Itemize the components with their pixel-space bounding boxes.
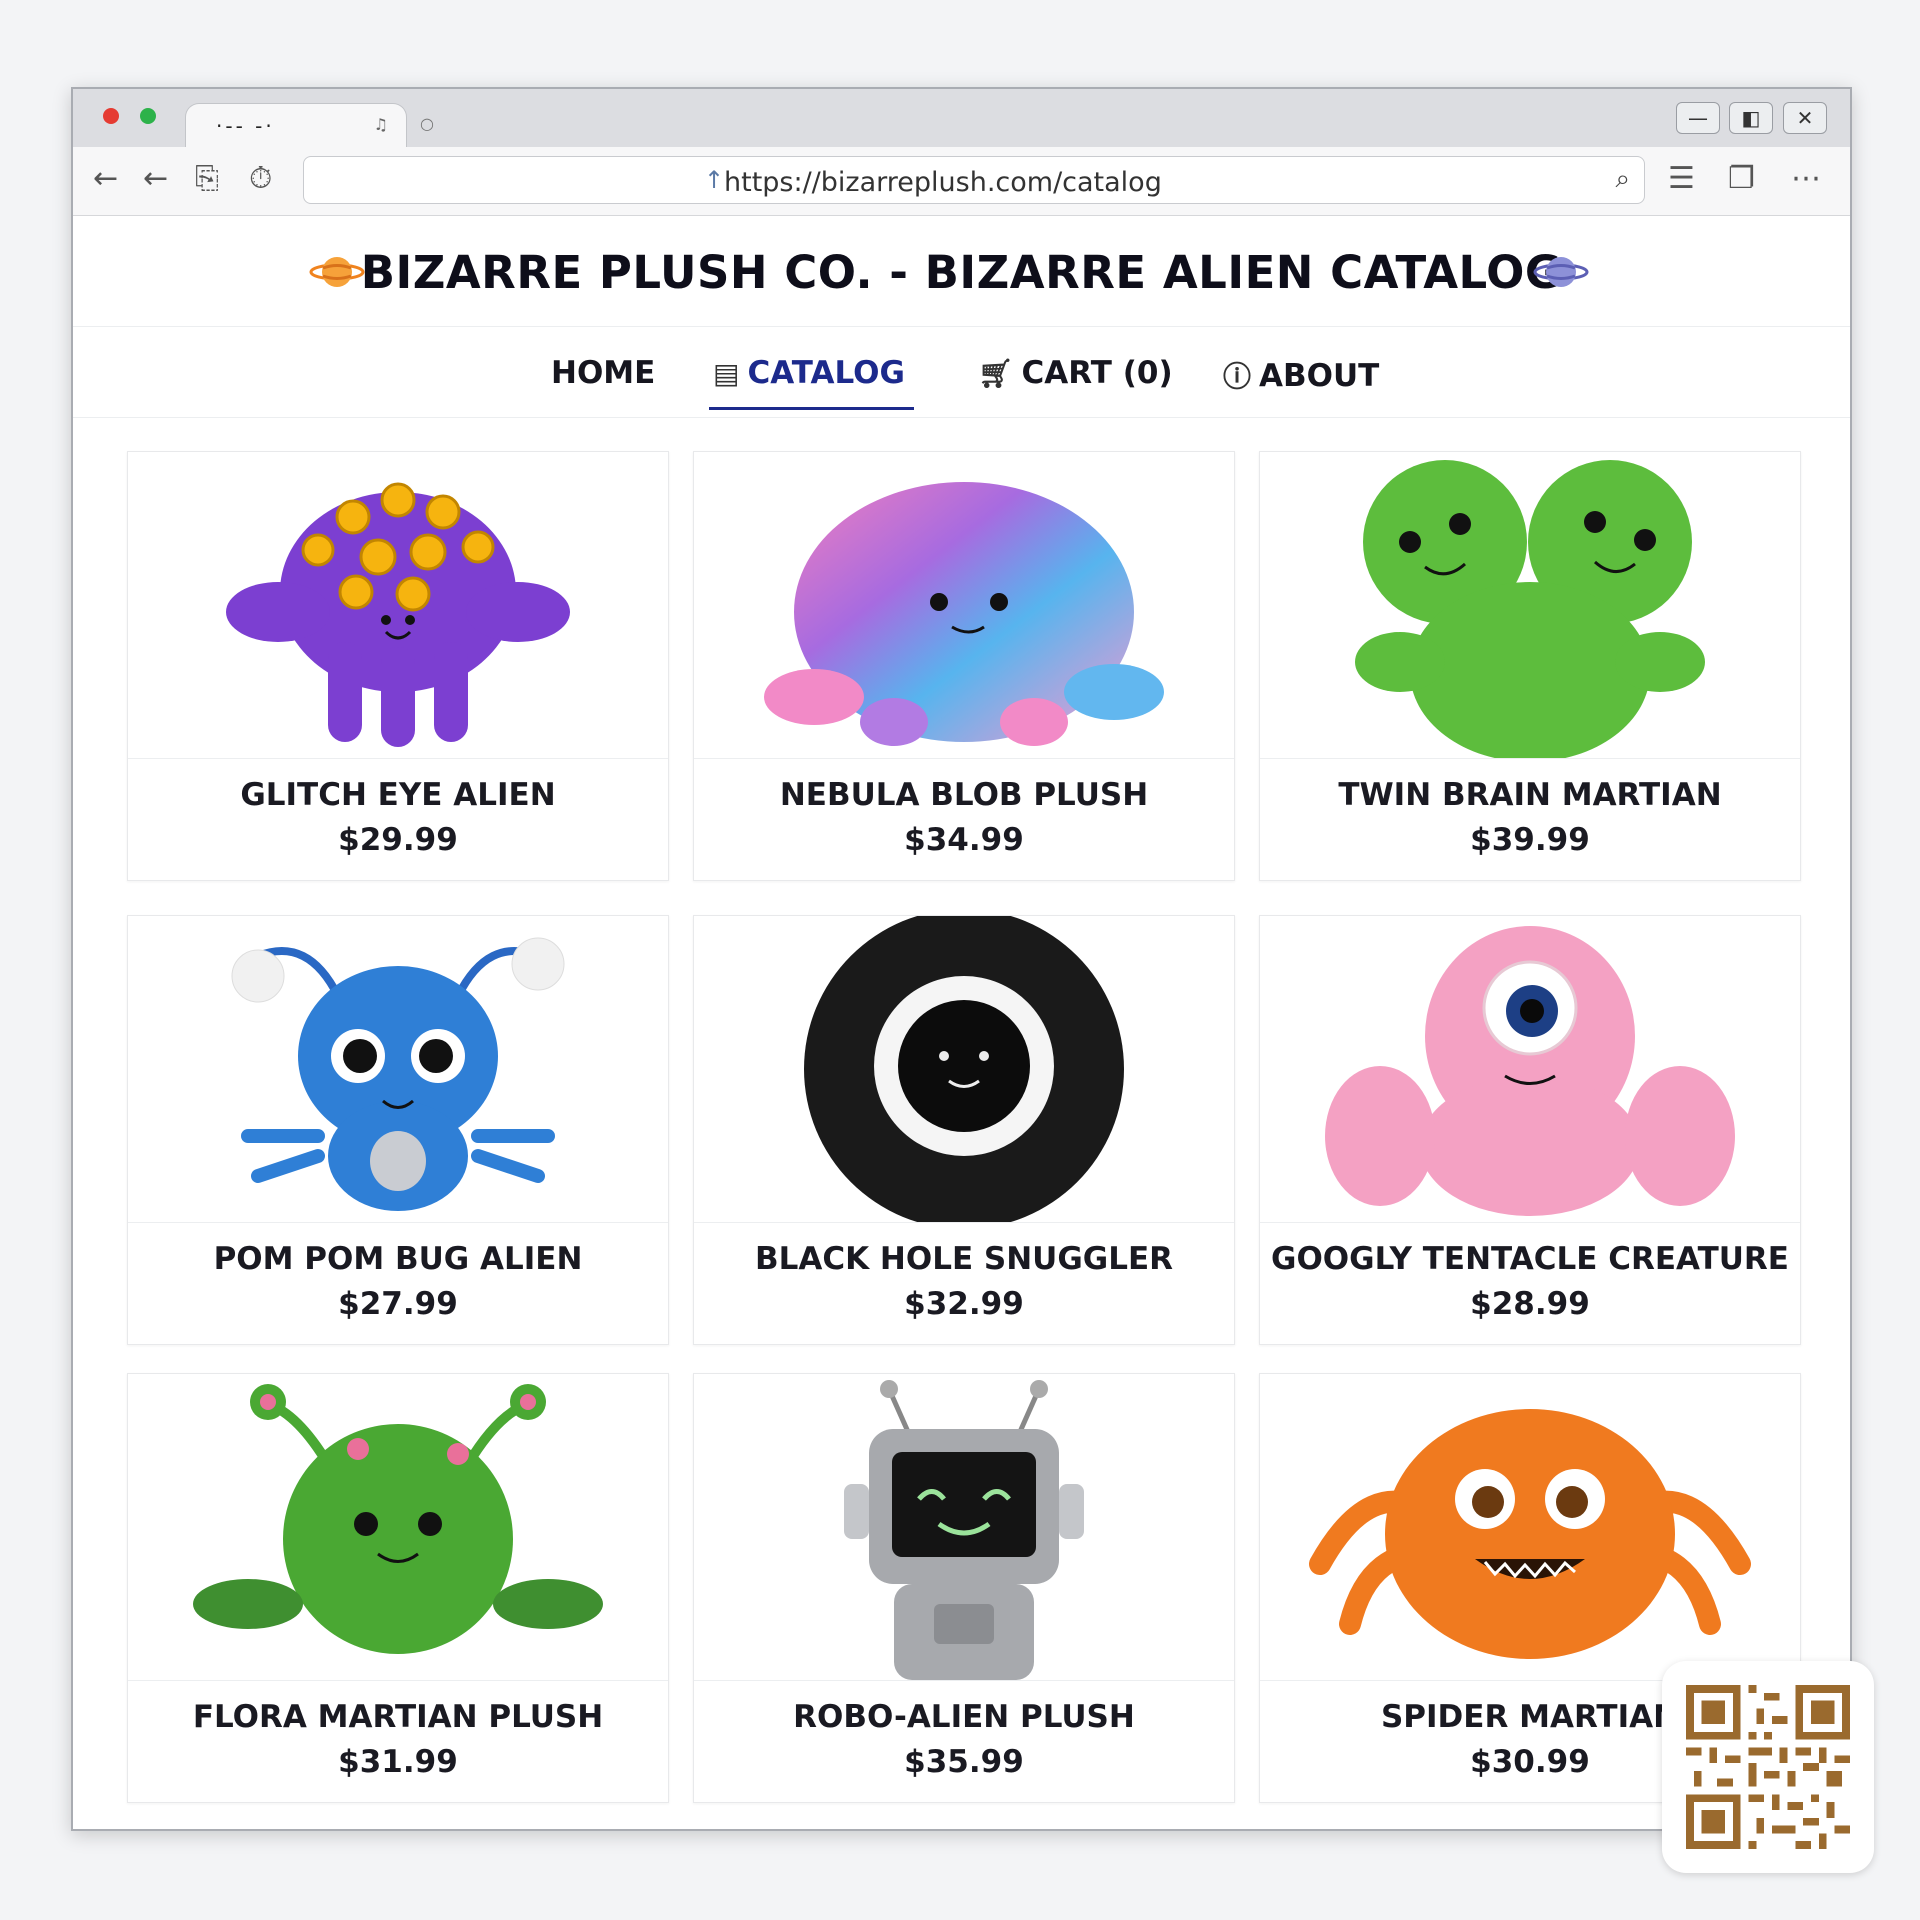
close-button[interactable]: ✕ bbox=[1783, 102, 1827, 134]
product-image[interactable] bbox=[1260, 452, 1800, 759]
cart-icon: 🛒︎ bbox=[978, 357, 1014, 390]
product-price: $28.99 bbox=[1470, 1286, 1590, 1322]
product-name[interactable]: TWIN BRAIN MARTIAN bbox=[1260, 777, 1800, 813]
history-icon[interactable]: ⏱ bbox=[249, 164, 272, 194]
product-name[interactable]: BLACK HOLE SNUGGLER bbox=[694, 1241, 1234, 1277]
browser-toolbar: ← ← ⎘ ⏱ ↑ https://bizarreplush.com/catal… bbox=[73, 147, 1850, 216]
menu-icon[interactable]: ⋯ bbox=[1791, 164, 1821, 194]
main-nav: HOME ▤ CATALOG 🛒︎ CART (0) ⓘ ABOUT bbox=[73, 327, 1850, 418]
share-icon[interactable]: ⎘ bbox=[195, 164, 219, 194]
product-name[interactable]: GOOGLY TENTACLE CREATURE bbox=[1260, 1241, 1800, 1277]
tab-audio-icon[interactable]: ♫ bbox=[374, 115, 388, 134]
maximize-window-dot[interactable] bbox=[140, 108, 156, 124]
nav-home[interactable]: HOME bbox=[551, 355, 655, 391]
lock-icon: ↑ bbox=[704, 166, 725, 194]
product-image[interactable] bbox=[694, 1374, 1234, 1681]
nav-home-label: HOME bbox=[551, 355, 656, 391]
product-price: $35.99 bbox=[904, 1744, 1024, 1780]
product-card[interactable]: BLACK HOLE SNUGGLER $32.99 bbox=[693, 915, 1235, 1345]
back-icon[interactable]: ← bbox=[93, 164, 118, 194]
nav-cart[interactable]: 🛒︎ CART (0) bbox=[978, 355, 1173, 391]
product-name[interactable]: POM POM BUG ALIEN bbox=[128, 1241, 668, 1277]
product-price: $31.99 bbox=[338, 1744, 458, 1780]
minimize-button[interactable]: — bbox=[1676, 102, 1720, 134]
product-image[interactable] bbox=[128, 916, 668, 1223]
product-price: $29.99 bbox=[338, 822, 458, 858]
product-image[interactable] bbox=[694, 452, 1234, 759]
tab-title: ·-- -· bbox=[216, 114, 275, 138]
product-name[interactable]: GLITCH EYE ALIEN bbox=[128, 777, 668, 813]
product-name[interactable]: NEBULA BLOB PLUSH bbox=[694, 777, 1234, 813]
info-icon: ⓘ bbox=[1223, 360, 1252, 393]
title-bar: ·-- -· ♫ ○ — ◧ ✕ bbox=[73, 89, 1850, 150]
product-card[interactable]: ROBO-ALIEN PLUSH $35.99 bbox=[693, 1373, 1235, 1803]
nav-catalog[interactable]: ▤ CATALOG bbox=[713, 355, 905, 391]
close-window-dot[interactable] bbox=[103, 108, 119, 124]
tabs-icon[interactable]: ❐ bbox=[1728, 164, 1755, 194]
product-card[interactable]: NEBULA BLOB PLUSH $34.99 bbox=[693, 451, 1235, 881]
product-image[interactable] bbox=[1260, 916, 1800, 1223]
product-image[interactable] bbox=[694, 916, 1234, 1223]
active-tab-underline bbox=[709, 407, 914, 410]
forward-icon[interactable]: ← bbox=[143, 164, 168, 194]
qr-code[interactable] bbox=[1662, 1661, 1874, 1873]
purple-planet-icon bbox=[1533, 257, 1589, 287]
site-header: BIZARRE PLUSH CO. - BIZARRE ALIEN CATALO… bbox=[73, 216, 1850, 327]
nav-cart-label: CART (0) bbox=[1021, 355, 1173, 391]
maximize-button[interactable]: ◧ bbox=[1729, 102, 1773, 134]
qr-code-image bbox=[1686, 1685, 1850, 1849]
reader-icon[interactable]: ☰ bbox=[1668, 164, 1695, 194]
product-card[interactable]: GLITCH EYE ALIEN $29.99 bbox=[127, 451, 669, 881]
address-bar[interactable]: ↑ https://bizarreplush.com/catalog ⌕ bbox=[303, 156, 1645, 204]
product-card[interactable]: GOOGLY TENTACLE CREATURE $28.99 bbox=[1259, 915, 1801, 1345]
product-price: $34.99 bbox=[904, 822, 1024, 858]
product-image[interactable] bbox=[128, 452, 668, 759]
url-text[interactable]: https://bizarreplush.com/catalog bbox=[724, 167, 1162, 198]
catalog-icon: ▤ bbox=[713, 357, 740, 390]
product-name[interactable]: ROBO-ALIEN PLUSH bbox=[694, 1699, 1234, 1735]
nav-about[interactable]: ⓘ ABOUT bbox=[1223, 355, 1379, 395]
product-price: $39.99 bbox=[1470, 822, 1590, 858]
product-price: $32.99 bbox=[904, 1286, 1024, 1322]
product-name[interactable]: FLORA MARTIAN PLUSH bbox=[128, 1699, 668, 1735]
nav-catalog-label: CATALOG bbox=[747, 355, 905, 391]
product-card[interactable]: POM POM BUG ALIEN $27.99 bbox=[127, 915, 669, 1345]
nav-about-label: ABOUT bbox=[1259, 358, 1380, 394]
product-image[interactable] bbox=[128, 1374, 668, 1681]
product-card[interactable]: TWIN BRAIN MARTIAN $39.99 bbox=[1259, 451, 1801, 881]
search-icon[interactable]: ⌕ bbox=[1615, 164, 1630, 195]
browser-window: ·-- -· ♫ ○ — ◧ ✕ ← ← ⎘ ⏱ ↑ https://bizar… bbox=[71, 87, 1852, 1831]
product-image[interactable] bbox=[1260, 1374, 1800, 1681]
product-price: $27.99 bbox=[338, 1286, 458, 1322]
product-card[interactable]: FLORA MARTIAN PLUSH $31.99 bbox=[127, 1373, 669, 1803]
browser-tab[interactable]: ·-- -· ♫ bbox=[185, 103, 407, 150]
new-tab-icon[interactable]: ○ bbox=[420, 114, 434, 133]
